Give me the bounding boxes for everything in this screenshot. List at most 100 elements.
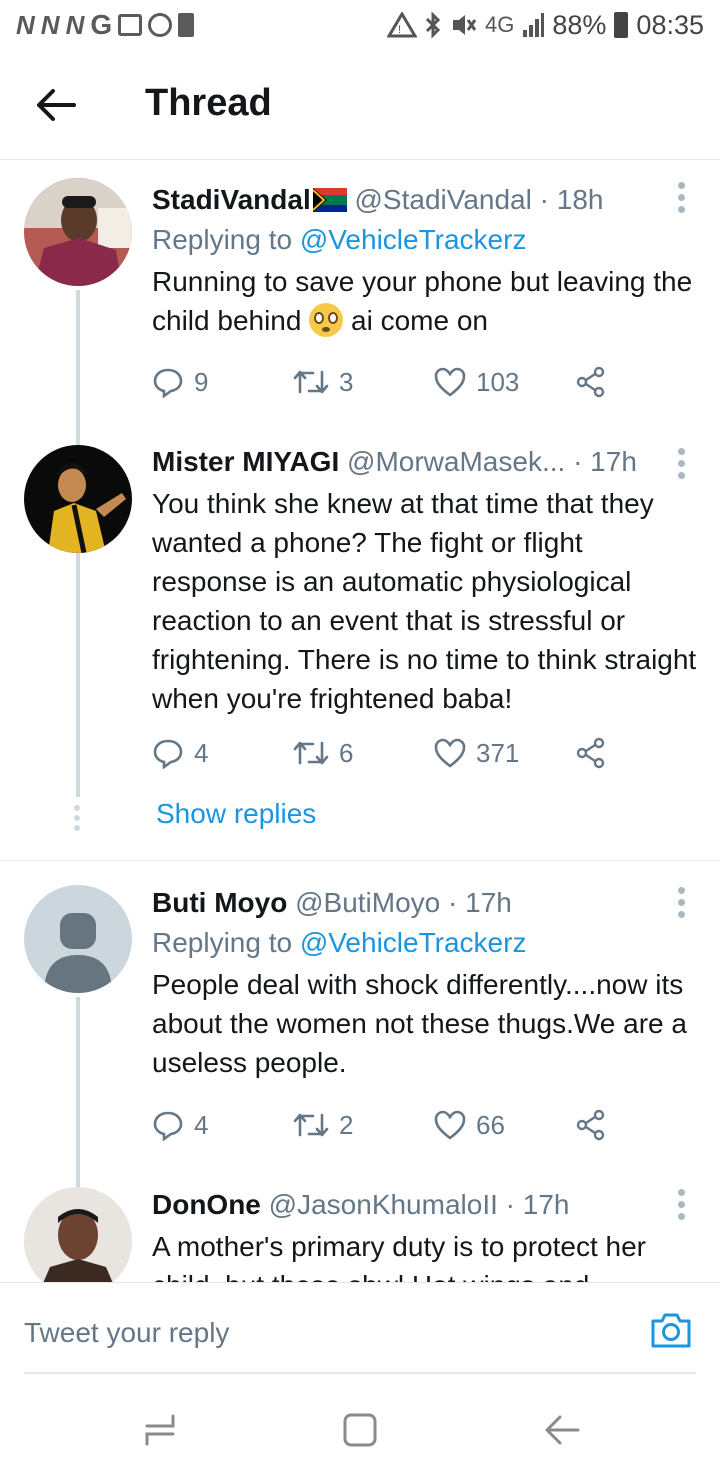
- tweet-header: Buti Moyo @ButiMoyo · 17h: [152, 883, 697, 923]
- tweet-time: 18h: [556, 184, 604, 215]
- reply-icon: [153, 739, 183, 769]
- tweet-text: A mother's primary duty is to protect he…: [152, 1231, 646, 1282]
- reply-count: 4: [194, 737, 209, 768]
- gallery-icon: [118, 14, 143, 36]
- home-icon[interactable]: [342, 1412, 378, 1448]
- share-icon: [576, 1109, 605, 1141]
- tweet-actions: 4 2 66: [152, 1105, 607, 1145]
- tweet-time: 17h: [590, 446, 637, 477]
- status-bar: N N N G ! 4G 88% 08:35: [0, 0, 720, 50]
- author-name[interactable]: StadiVandal: [152, 184, 311, 215]
- retweet-icon: [293, 370, 329, 394]
- tweet-time: 17h: [522, 1189, 570, 1220]
- clock: 08:35: [636, 9, 704, 40]
- avatar[interactable]: [24, 445, 132, 553]
- replying-to: Replying to @VehicleTrackerz: [152, 923, 697, 963]
- retweet-button[interactable]: 6: [293, 738, 434, 769]
- status-bar-left: N N N G: [16, 9, 195, 41]
- status-bar-right: ! 4G 88% 08:35: [387, 10, 704, 41]
- tweet-actions: 4 6 371: [152, 733, 607, 773]
- replying-to-link[interactable]: @VehicleTrackerz: [300, 224, 527, 255]
- more-vertical-icon[interactable]: [678, 887, 686, 923]
- like-icon: [434, 1110, 466, 1140]
- author-handle[interactable]: @MorwaMasek...: [347, 446, 565, 477]
- reply-button[interactable]: 4: [152, 737, 293, 769]
- show-replies-link[interactable]: Show replies: [156, 798, 316, 830]
- share-button[interactable]: [575, 366, 607, 398]
- reply-button[interactable]: 9: [152, 366, 293, 398]
- tweet-text: People deal with shock differently....no…: [152, 969, 687, 1078]
- replying-to: Replying to @VehicleTrackerz: [152, 220, 697, 260]
- share-button[interactable]: [575, 737, 607, 769]
- warning-icon: !: [387, 12, 418, 38]
- author-name[interactable]: Buti Moyo: [152, 887, 287, 918]
- notification-icon: N: [40, 9, 60, 40]
- more-vertical-icon[interactable]: [678, 182, 686, 218]
- author-name[interactable]: DonOne: [152, 1189, 261, 1220]
- sync-icon: [148, 13, 173, 37]
- thread-line: [76, 557, 80, 797]
- reply-composer: Tweet your reply: [0, 1282, 720, 1374]
- back-arrow-icon[interactable]: [36, 88, 76, 122]
- tweet-text: Running to save your phone but leaving t…: [152, 262, 697, 340]
- battery-percent: 88%: [552, 9, 607, 40]
- mute-icon: [453, 15, 477, 35]
- tweet-header: StadiVandal @StadiVandal · 18h: [152, 180, 697, 220]
- replying-to-label: Replying to: [152, 224, 293, 255]
- share-button[interactable]: [575, 1109, 607, 1141]
- reply-icon: [153, 368, 183, 398]
- thread-continuation-dots: [74, 805, 80, 835]
- avatar[interactable]: [24, 1187, 132, 1282]
- camera-icon[interactable]: [650, 1311, 692, 1349]
- retweet-icon: [293, 741, 329, 765]
- tweet[interactable]: DonOne @JasonKhumaloII · 17h A mother's …: [0, 1181, 720, 1282]
- tweet-header: Mister MIYAGI @MorwaMasek... · 17h: [152, 442, 697, 482]
- author-handle[interactable]: @ButiMoyo: [295, 887, 440, 918]
- back-nav-icon[interactable]: [544, 1412, 580, 1448]
- replying-to-link[interactable]: @VehicleTrackerz: [300, 927, 527, 958]
- separator-dot: ·: [539, 184, 549, 215]
- google-icon: G: [90, 9, 113, 40]
- system-navigation-bar: [0, 1376, 720, 1480]
- retweet-count: 3: [339, 366, 354, 397]
- retweet-button[interactable]: 2: [293, 1110, 434, 1141]
- notification-icon: N: [65, 9, 85, 40]
- battery-icon: [614, 12, 629, 38]
- bluetooth-icon: [425, 11, 441, 39]
- tweet-header: DonOne @JasonKhumaloII · 17h: [152, 1185, 697, 1225]
- retweet-count: 6: [339, 737, 354, 768]
- avatar-image: [24, 1187, 132, 1282]
- separator-dot: ·: [573, 446, 583, 477]
- retweet-count: 2: [339, 1109, 354, 1140]
- tweet-reply-input[interactable]: Tweet your reply: [24, 1317, 229, 1349]
- recents-icon[interactable]: [143, 1412, 177, 1448]
- avatar[interactable]: [24, 178, 132, 286]
- like-button[interactable]: 103: [434, 367, 575, 398]
- avatar-image: [24, 178, 132, 286]
- tweet-text-part: ai come on: [351, 305, 488, 336]
- input-underline: [24, 1372, 696, 1374]
- tweet[interactable]: Buti Moyo @ButiMoyo · 17h Replying to @V…: [0, 861, 720, 1187]
- tweet-text: You think she knew at that time that the…: [152, 488, 697, 714]
- avatar-image: [24, 445, 132, 553]
- default-avatar-icon: [24, 885, 132, 993]
- author-handle[interactable]: @JasonKhumaloII: [269, 1189, 498, 1220]
- author-name[interactable]: Mister MIYAGI: [152, 446, 339, 477]
- signal-icon: [523, 13, 545, 37]
- avatar[interactable]: [24, 885, 132, 993]
- tweet[interactable]: StadiVandal @StadiVandal · 18h Replying …: [0, 160, 720, 575]
- network-type: 4G: [485, 12, 515, 37]
- like-button[interactable]: 66: [434, 1110, 575, 1141]
- reply-button[interactable]: 4: [152, 1109, 293, 1141]
- tweet[interactable]: Mister MIYAGI @MorwaMasek... · 17h You t…: [0, 430, 720, 860]
- more-vertical-icon[interactable]: [678, 1189, 686, 1225]
- flag-icon: [312, 188, 347, 212]
- retweet-button[interactable]: 3: [293, 367, 434, 398]
- more-vertical-icon[interactable]: [678, 448, 686, 484]
- like-icon: [434, 738, 466, 768]
- like-button[interactable]: 371: [434, 738, 575, 769]
- reply-count: 9: [194, 366, 209, 397]
- tweet-body: Buti Moyo @ButiMoyo · 17h Replying to @V…: [152, 883, 697, 1082]
- tweet-actions: 9 3 103: [152, 362, 607, 402]
- author-handle[interactable]: @StadiVandal: [355, 184, 532, 215]
